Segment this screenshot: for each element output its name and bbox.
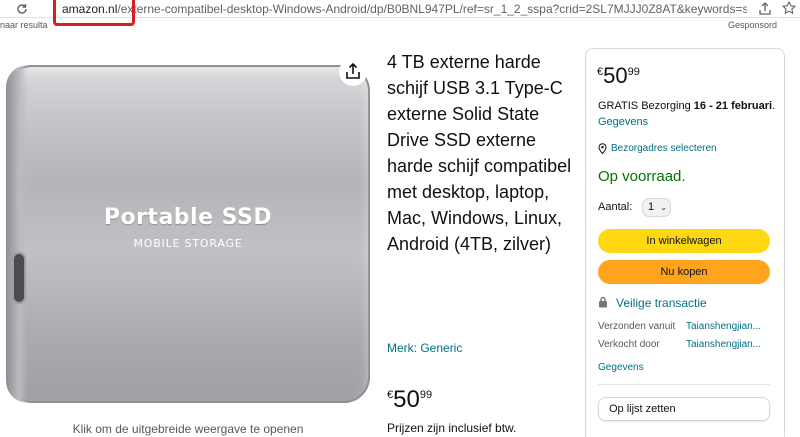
ships-from-label: Verzonden vanuit [598,321,676,332]
address-label: Bezorgadres selecteren [611,143,717,155]
lock-icon [599,296,607,308]
sold-by-row: Verkocht door Taianshengjian... [598,339,778,350]
location-pin-icon [598,143,607,155]
ships-from-row: Verzonden vanuit Taianshengjian... [598,321,778,332]
sold-by-value[interactable]: Taianshengjian... [686,339,768,350]
usb-c-port [12,252,26,304]
buybox-price-whole: 50 [603,63,628,88]
stock-status: Op voorraad. [598,168,686,185]
product-image[interactable]: Portable SSD MOBILE STORAGE [0,45,376,415]
chevron-down-icon: ⌄ [660,203,667,212]
quantity-value: 1 [648,201,655,213]
ssd-body [6,65,370,403]
url-text[interactable]: amazon.nl/externe-compatibel-desktop-Win… [62,2,747,16]
buybox-price-fraction: 99 [627,66,640,78]
product-title: 4 TB externe harde schijf USB 3.1 Type-C… [387,52,572,254]
brand-link[interactable]: Merk: Generic [387,341,462,355]
secure-transaction-link[interactable]: Veilige transactie [598,296,707,310]
select-address-link[interactable]: Bezorgadres selecteren [598,143,717,155]
delivery-prefix: GRATIS Bezorging [598,100,691,112]
reload-icon[interactable] [14,0,30,18]
product-price: €5099 [387,386,432,414]
seller-details-link[interactable]: Gegevens [598,362,644,373]
delivery-details-link[interactable]: Gegevens [598,116,648,128]
share-button[interactable] [339,58,367,86]
url-path: /externe-compatibel-desktop-Windows-Andr… [117,2,747,16]
buy-now-button[interactable]: Nu kopen [598,260,770,284]
quantity-label: Aantal: [598,201,633,213]
vat-note: Prijzen zijn inclusief btw. [387,421,517,435]
divider [598,384,770,385]
secure-label: Veilige transactie [616,296,707,310]
add-to-list-button[interactable]: Op lijst zetten [598,397,770,421]
price-symbol: € [387,389,394,401]
buybox-price: €5099 [597,63,640,89]
zoom-caption: Klik om de uitgebreide weergave te opene… [72,422,304,436]
ssd-edge [6,65,28,403]
star-icon[interactable] [781,0,798,17]
ssd-printed-title: Portable SSD [103,205,273,230]
breadcrumb-back-to-results[interactable]: naar resulta [0,20,48,30]
add-to-cart-button[interactable]: In winkelwagen [598,229,770,253]
page-root: amazon.nl/externe-compatibel-desktop-Win… [0,0,800,437]
sold-by-label: Verkocht door [598,339,660,350]
buybox-price-symbol: € [597,66,604,78]
ssd-printed-subtitle: MOBILE STORAGE [133,237,243,250]
delivery-dates: 16 - 21 februari [693,100,773,112]
delivery-info: GRATIS Bezorging 16 - 21 februari. Gegev… [598,100,776,128]
share-icon[interactable] [758,2,772,16]
quantity-select[interactable]: 1 ⌄ [642,198,671,217]
url-highlight-box [53,0,135,26]
price-fraction: 99 [419,389,433,401]
price-whole: 50 [393,386,420,413]
sponsored-label: Gesponsord [728,20,778,30]
ships-from-value[interactable]: Taianshengjian... [686,321,768,332]
